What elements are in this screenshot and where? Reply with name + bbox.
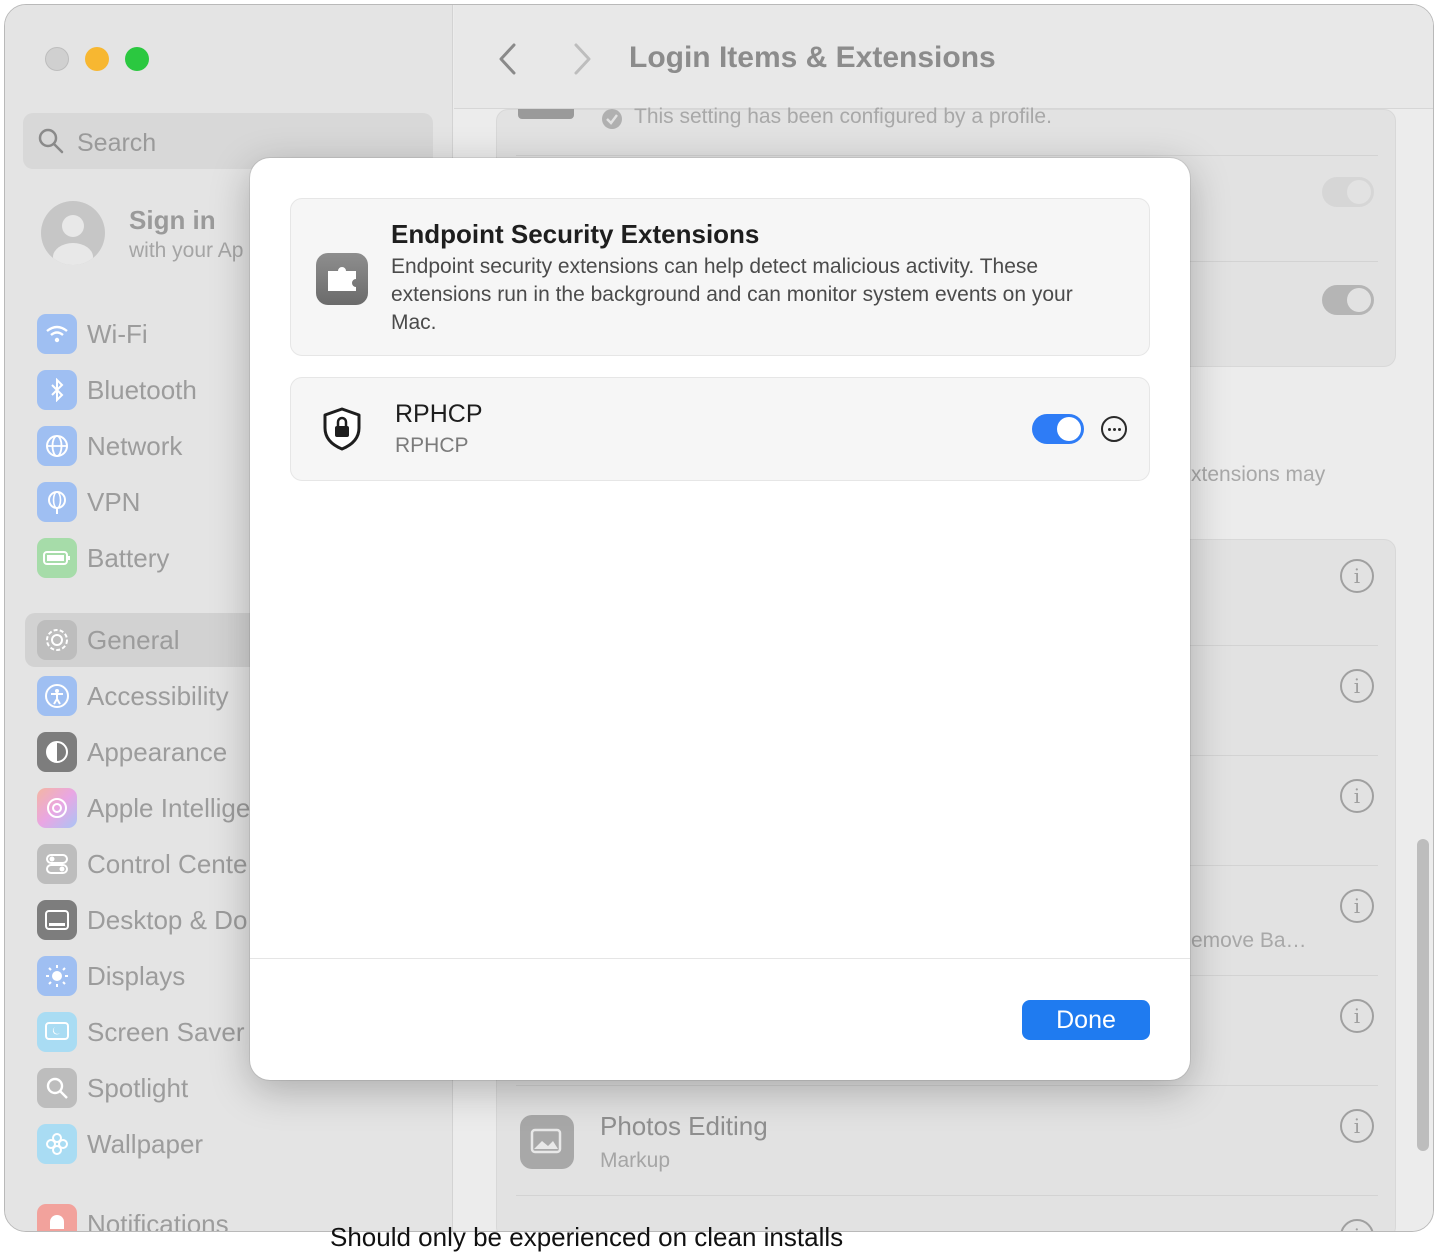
- signin-title: Sign in: [129, 205, 216, 235]
- extensions-description-fragment: xtensions may: [1191, 463, 1326, 486]
- background-toggle[interactable]: [1322, 285, 1374, 315]
- photos-editing-icon: [520, 1115, 574, 1169]
- endpoint-security-sheet: Endpoint Security Extensions Endpoint se…: [250, 158, 1190, 1080]
- profile-icon: [518, 109, 574, 119]
- info-card: Endpoint Security Extensions Endpoint se…: [290, 198, 1150, 356]
- sidebar-item-label: VPN: [87, 487, 141, 517]
- desktop-dock-icon: [37, 900, 77, 940]
- accessibility-icon: [37, 676, 77, 716]
- sidebar-item-label: Spotlight: [87, 1073, 189, 1103]
- sidebar-item-label: Displays: [87, 961, 186, 991]
- close-window-button[interactable]: [45, 47, 69, 71]
- sidebar-item-label: Accessibility: [87, 681, 229, 711]
- info-icon[interactable]: i: [1340, 889, 1374, 923]
- back-button[interactable]: [494, 41, 524, 77]
- photos-editing-subtitle: Markup: [600, 1149, 671, 1172]
- sidebar-item-label: Appearance: [87, 737, 228, 767]
- info-title: Endpoint Security Extensions: [391, 219, 760, 249]
- info-icon[interactable]: i: [1340, 559, 1374, 593]
- signin-subtitle: with your Ap: [129, 239, 244, 262]
- toolbar: Login Items & Extensions: [454, 5, 1433, 109]
- avatar: [41, 201, 105, 265]
- minimize-window-button[interactable]: [85, 47, 109, 71]
- displays-icon: [37, 956, 77, 996]
- remove-fragment: emove Ba…: [1191, 929, 1307, 952]
- battery-icon: [37, 538, 77, 578]
- info-icon[interactable]: i: [1340, 999, 1374, 1033]
- extension-row: RPHCP RPHCP: [290, 377, 1150, 481]
- vpn-globe-icon: [37, 482, 77, 522]
- photos-editing-title: Photos Editing: [600, 1111, 768, 1141]
- gear-icon: [37, 620, 77, 660]
- divider: [516, 1195, 1378, 1196]
- info-description: Endpoint security extensions can help de…: [391, 255, 1073, 334]
- info-icon[interactable]: i: [1340, 669, 1374, 703]
- search-placeholder: Search: [77, 129, 157, 157]
- forward-button[interactable]: [566, 41, 596, 77]
- divider: [516, 1085, 1378, 1086]
- sidebar-item-label: Desktop & Do: [87, 905, 248, 935]
- search-icon: [38, 128, 64, 154]
- zoom-window-button[interactable]: [125, 47, 149, 71]
- more-options-icon[interactable]: [1101, 416, 1127, 442]
- sheet-divider: [250, 958, 1190, 959]
- sidebar-item-label: Screen Saver: [87, 1017, 245, 1047]
- sidebar-item-label: Wallpaper: [87, 1129, 204, 1159]
- toggle-knob: [1057, 417, 1081, 441]
- sidebar-item-label: Notifications: [87, 1209, 229, 1232]
- background-toggle[interactable]: [1322, 177, 1374, 207]
- sidebar-item-label: Wi-Fi: [87, 319, 148, 349]
- checkmark-seal-icon: [602, 109, 622, 129]
- control-center-icon: [37, 844, 77, 884]
- info-icon[interactable]: i: [1340, 1109, 1374, 1143]
- page-title: Login Items & Extensions: [629, 41, 996, 74]
- extension-subtitle: RPHCP: [395, 434, 469, 457]
- overlay-caption: Should only be experienced on clean inst…: [330, 1222, 844, 1252]
- extension-puzzle-icon: [316, 253, 368, 305]
- info-icon[interactable]: i: [1340, 779, 1374, 813]
- appearance-icon: [37, 732, 77, 772]
- sidebar-item-label: General: [87, 625, 180, 655]
- bluetooth-icon: [37, 370, 77, 410]
- sidebar-item-label: Battery: [87, 543, 170, 573]
- notifications-icon: [37, 1204, 77, 1231]
- sidebar-item-label: Control Cente: [87, 849, 248, 879]
- sidebar-item-label: Network: [87, 431, 183, 461]
- sidebar-item-wallpaper[interactable]: Wallpaper: [25, 1117, 445, 1171]
- globe-icon: [37, 426, 77, 466]
- sidebar-item-label: Bluetooth: [87, 375, 197, 405]
- person-icon: [53, 215, 93, 265]
- shield-lock-icon: [323, 407, 361, 451]
- extension-name: RPHCP: [395, 400, 483, 428]
- wifi-icon: [37, 314, 77, 354]
- divider: [516, 155, 1378, 156]
- screen-saver-icon: [37, 1012, 77, 1052]
- extension-enabled-toggle[interactable]: [1032, 414, 1084, 444]
- apple-intelligence-icon: [37, 788, 77, 828]
- wallpaper-icon: [37, 1124, 77, 1164]
- done-button[interactable]: Done: [1022, 1000, 1150, 1040]
- scrollbar[interactable]: [1417, 839, 1429, 1151]
- profile-note: This setting has been configured by a pr…: [634, 105, 1052, 128]
- sidebar-item-label: Apple Intellige: [87, 793, 251, 823]
- spotlight-icon: [37, 1068, 77, 1108]
